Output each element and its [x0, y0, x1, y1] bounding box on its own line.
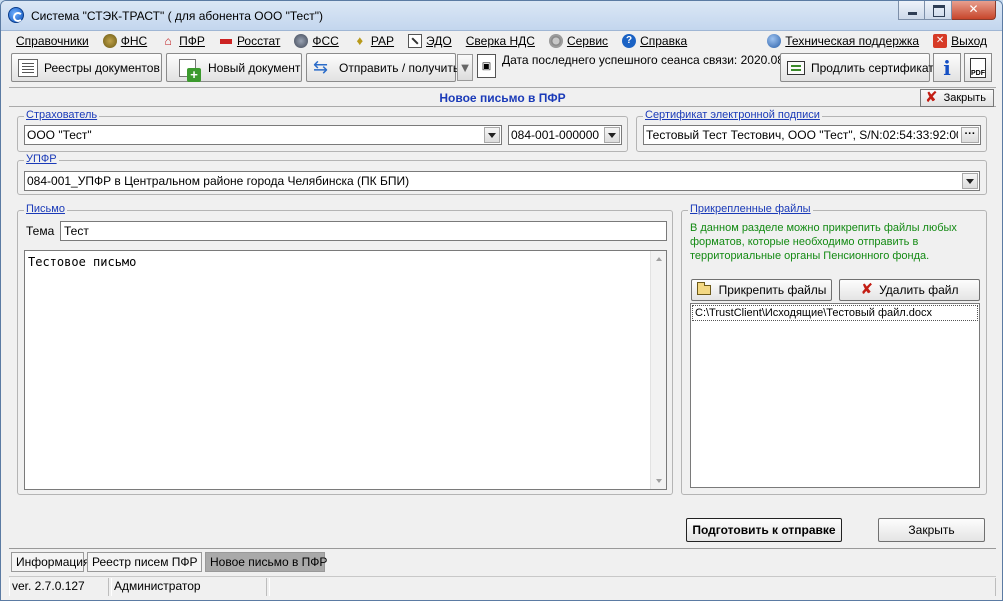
close-button[interactable]: Закрыть: [878, 518, 985, 542]
extend-certificate-button[interactable]: Продлить сертификат: [780, 53, 934, 82]
version-label: ver. 2.7.0.127: [9, 578, 109, 596]
menu-exit[interactable]: ✕ Выход: [926, 31, 994, 51]
page-title: Новое письмо в ПФР: [439, 91, 566, 105]
minimize-icon[interactable]: [898, 1, 925, 20]
menu-fns[interactable]: ФНС: [96, 31, 154, 51]
prepare-to-send-button[interactable]: Подготовить к отправке: [686, 518, 842, 542]
letter-group: Письмо Тема Тест Тестовое письмо: [17, 203, 673, 495]
rar-emblem-icon: ♦: [356, 33, 364, 48]
attachments-group: Прикрепленные файлы В данном разделе мож…: [681, 203, 987, 495]
attachments-label: Прикрепленные файлы: [688, 203, 813, 215]
fns-emblem-icon: [102, 34, 117, 48]
new-document-button[interactable]: Новый документ: [166, 53, 302, 82]
letter-body-textarea[interactable]: Тестовое письмо: [24, 250, 667, 490]
insurer-select[interactable]: ООО "Тест": [24, 125, 502, 145]
arrow-down-icon: ▼: [458, 60, 472, 75]
menu-pfr[interactable]: ⌂ ПФР: [154, 31, 212, 51]
tab-information[interactable]: Информация: [11, 552, 89, 572]
delete-icon: ✘: [860, 281, 874, 298]
registry-button[interactable]: Реестры документов: [11, 53, 162, 82]
reg-number-select[interactable]: 084-001-000000: [508, 125, 622, 145]
list-item[interactable]: C:\TrustClient\Исходящие\Тестовый файл.d…: [692, 305, 978, 321]
upfr-select[interactable]: 084-001_УПФР в Центральном районе города…: [24, 171, 980, 191]
current-user: Администратор: [111, 578, 267, 596]
window-controls: [898, 1, 996, 21]
registry-icon: [18, 58, 38, 77]
menu-edo[interactable]: ЭДО: [401, 31, 459, 51]
archive-button[interactable]: ▣: [477, 54, 496, 78]
toolbar: Реестры документов Новый документ Отправ…: [9, 51, 996, 85]
insurer-label: Страхователь: [24, 109, 100, 121]
info-icon: i: [943, 55, 951, 80]
ellipsis-icon[interactable]: ···: [961, 127, 979, 143]
status-bar: ver. 2.7.0.127 Администратор: [9, 576, 996, 596]
info-button[interactable]: i: [933, 53, 961, 82]
support-globe-icon: [767, 34, 782, 48]
pfr-logo-icon: ⌂: [164, 34, 172, 48]
menu-spravka[interactable]: ? Справка: [615, 31, 694, 51]
exit-icon: ✕: [933, 34, 948, 48]
send-receive-dropdown[interactable]: ▼: [457, 54, 473, 81]
letter-body-text: Тестовое письмо: [28, 255, 137, 269]
fss-emblem-icon: [294, 34, 309, 48]
close-window-icon[interactable]: [952, 1, 996, 20]
menu-fss[interactable]: ФСС: [287, 31, 345, 51]
letter-label: Письмо: [24, 203, 67, 215]
sync-arrows-icon: [313, 57, 333, 78]
document-header: Новое письмо в ПФР ✘ Закрыть: [9, 87, 996, 107]
certificate-group: Сертификат электронной подписи Тестовый …: [636, 109, 987, 152]
letter-body-scrollbar[interactable]: [650, 251, 666, 489]
menu-sverka-nds[interactable]: Сверка НДС: [459, 31, 542, 51]
chevron-down-icon[interactable]: [962, 173, 978, 189]
upfr-group: УПФР 084-001_УПФР в Центральном районе г…: [17, 153, 987, 195]
scroll-down-icon[interactable]: [651, 473, 667, 489]
menu-servis[interactable]: Сервис: [542, 31, 615, 51]
last-session-date: Дата последнего успешного сеанса связи: …: [502, 53, 780, 67]
attached-files-list[interactable]: C:\TrustClient\Исходящие\Тестовый файл.d…: [690, 303, 980, 488]
close-icon: ✘: [925, 89, 938, 106]
subject-input[interactable]: Тест: [60, 221, 667, 241]
certificate-select[interactable]: Тестовый Тест Тестович, ООО "Тест", S/N:…: [643, 125, 981, 145]
menu-rosstat[interactable]: Росстат: [212, 31, 287, 51]
menu-rar[interactable]: ♦ РАР: [346, 31, 401, 51]
gear-icon: [548, 34, 563, 48]
close-document-button[interactable]: ✘ Закрыть: [920, 89, 994, 107]
maximize-icon[interactable]: [925, 1, 952, 20]
chevron-down-icon[interactable]: [604, 127, 620, 143]
upfr-label: УПФР: [24, 153, 59, 165]
certificate-label: Сертификат электронной подписи: [643, 109, 822, 121]
pdf-button[interactable]: PDF: [964, 53, 992, 82]
certificate-icon: [787, 60, 805, 75]
help-icon: ?: [622, 34, 637, 48]
window-title: Система "СТЭК-ТРАСТ" ( для абонента ООО …: [31, 9, 323, 23]
chevron-down-icon[interactable]: [484, 127, 500, 143]
scroll-up-icon[interactable]: [651, 251, 667, 267]
archive-icon: ▣: [481, 60, 492, 72]
delete-file-button[interactable]: ✘ Удалить файл: [839, 279, 980, 301]
subject-label: Тема: [26, 224, 55, 238]
menu-spravochniki[interactable]: Справочники: [9, 31, 96, 51]
edo-icon: [408, 34, 423, 48]
menu-bar: Справочники ФНС ⌂ ПФР Росстат ФСС ♦ РАР ЭД…: [9, 31, 994, 51]
tab-pfr-letters-registry[interactable]: Реестр писем ПФР: [87, 552, 202, 572]
rosstat-logo-icon: [219, 34, 233, 48]
folder-open-icon: [696, 282, 711, 295]
tab-new-pfr-letter[interactable]: Новое письмо в ПФР: [205, 552, 327, 572]
attach-files-button[interactable]: Прикрепить файлы: [691, 279, 832, 301]
document-tabs: Информация Реестр писем ПФР Новое письмо…: [9, 548, 996, 574]
app-logo-icon: [8, 7, 24, 23]
menu-support[interactable]: Техническая поддержка: [760, 31, 926, 51]
attachments-hint: В данном разделе можно прикрепить файлы …: [690, 222, 957, 262]
insurer-group: Страхователь ООО "Тест" 084-001-000000: [17, 109, 628, 152]
app-window: Система "СТЭК-ТРАСТ" ( для абонента ООО …: [0, 0, 1003, 601]
new-document-icon: [179, 58, 201, 82]
pdf-icon: PDF: [970, 57, 986, 78]
send-receive-button[interactable]: Отправить / получить: [306, 53, 459, 82]
status-empty-cell: [269, 578, 996, 596]
title-bar[interactable]: Система "СТЭК-ТРАСТ" ( для абонента ООО …: [1, 1, 1002, 31]
